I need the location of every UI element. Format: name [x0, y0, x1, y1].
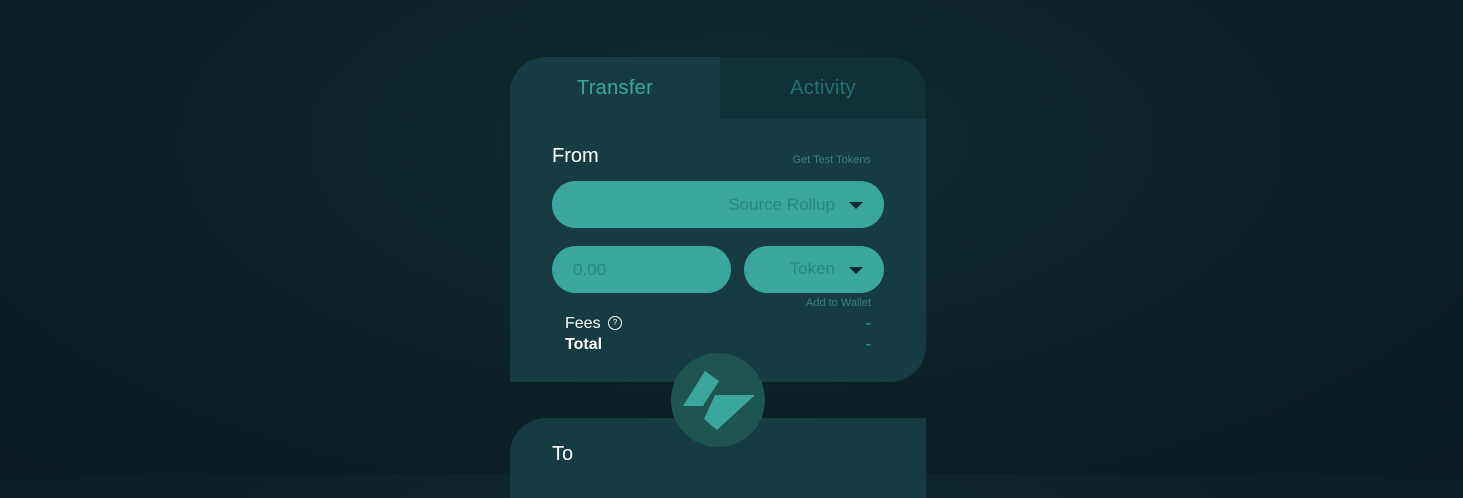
- fees-label: Fees: [565, 315, 601, 332]
- total-label: Total: [565, 336, 603, 353]
- chevron-down-icon: [849, 267, 863, 274]
- tab-transfer[interactable]: Transfer: [510, 57, 720, 119]
- amount-input[interactable]: 0.00: [552, 246, 731, 293]
- amount-input-placeholder: 0.00: [573, 260, 607, 279]
- to-label: To: [552, 443, 574, 465]
- add-to-wallet-link[interactable]: Add to Wallet: [806, 297, 871, 309]
- token-select[interactable]: Token: [744, 246, 884, 293]
- fees-value: -: [865, 315, 871, 332]
- swap-direction-icon: [683, 371, 755, 430]
- chevron-down-icon: [849, 202, 863, 209]
- token-select-label: Token: [789, 259, 835, 278]
- transfer-card: Transfer Activity From Get Test Tokens S…: [510, 57, 926, 382]
- source-rollup-select[interactable]: Source Rollup: [552, 181, 884, 228]
- get-test-tokens-link[interactable]: Get Test Tokens: [793, 154, 871, 166]
- tab-activity[interactable]: Activity: [720, 57, 926, 119]
- question-circle-icon[interactable]: ?: [608, 316, 622, 330]
- tab-bar: Transfer Activity: [510, 57, 926, 119]
- swap-direction-button[interactable]: [671, 353, 765, 447]
- total-value: -: [865, 336, 871, 353]
- from-label: From: [552, 145, 599, 167]
- source-rollup-select-label: Source Rollup: [728, 195, 835, 214]
